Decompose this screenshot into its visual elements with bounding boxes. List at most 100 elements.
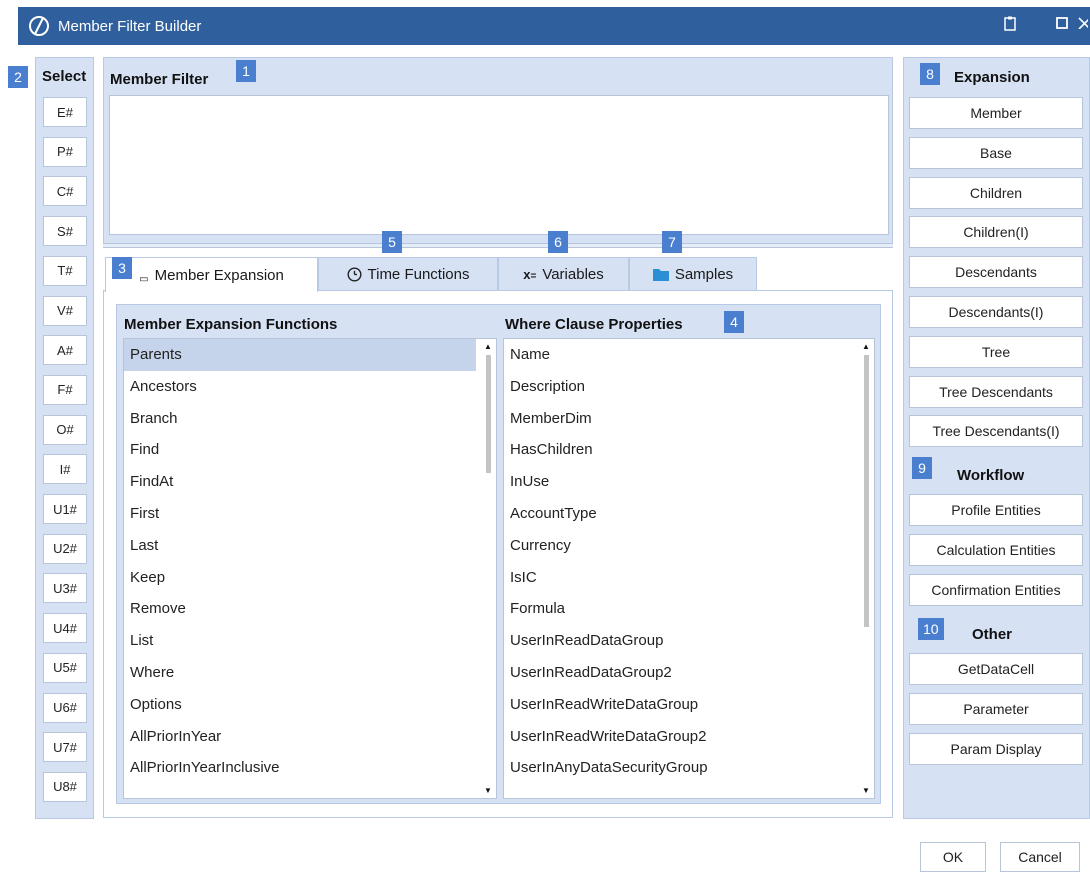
select-button-i[interactable]: I# <box>43 454 87 485</box>
panel-splitter[interactable] <box>103 243 893 248</box>
list-item[interactable]: Find <box>124 434 496 466</box>
list-item[interactable]: FindAt <box>124 466 496 498</box>
tab-time-functions[interactable]: Time Functions <box>318 257 498 291</box>
list-item[interactable]: IsIC <box>504 562 874 594</box>
tab-samples[interactable]: Samples <box>629 257 757 291</box>
member-expansion-icon: ▭ <box>139 273 149 285</box>
callout-badge-7: 7 <box>662 231 682 253</box>
list-item[interactable]: MemberDim <box>504 403 874 435</box>
list-item[interactable]: Remove <box>124 593 496 625</box>
select-button-p[interactable]: P# <box>43 136 87 167</box>
parameter-button[interactable]: Parameter <box>909 692 1083 725</box>
variable-icon: x= <box>523 266 537 282</box>
functions-scrollbar[interactable]: ▲ ▼ <box>482 339 496 798</box>
list-item[interactable]: First <box>124 498 496 530</box>
select-button-u6[interactable]: U6# <box>43 692 87 723</box>
select-button-u3[interactable]: U3# <box>43 573 87 604</box>
tab-label: Member Expansion <box>154 266 284 284</box>
list-item[interactable]: AccountType <box>504 498 874 530</box>
list-item[interactable]: Options <box>124 689 496 721</box>
select-button-a[interactable]: A# <box>43 335 87 366</box>
list-item[interactable]: Currency <box>504 530 874 562</box>
param-display-button[interactable]: Param Display <box>909 732 1083 765</box>
member-expansion-functions-heading: Member Expansion Functions <box>124 316 338 333</box>
scroll-down-icon[interactable]: ▼ <box>484 786 492 795</box>
where-scrollbar[interactable]: ▲ ▼ <box>860 339 874 798</box>
tab-member-expansion[interactable]: ▭ Member Expansion <box>105 257 318 292</box>
list-item[interactable]: UserInAnyDataSecurityGroup <box>504 752 874 784</box>
folder-icon <box>652 268 669 281</box>
list-item[interactable]: UserInReadDataGroup2 <box>504 657 874 689</box>
tree-button[interactable]: Tree <box>909 335 1083 368</box>
select-button-e[interactable]: E# <box>43 97 87 127</box>
list-item[interactable]: Description <box>504 371 874 403</box>
profile-entities-button[interactable]: Profile Entities <box>909 494 1083 526</box>
scroll-up-icon[interactable]: ▲ <box>862 342 870 351</box>
member-filter-textarea[interactable] <box>109 95 889 235</box>
tab-label: Samples <box>674 265 734 283</box>
getdatacell-button[interactable]: GetDataCell <box>909 653 1083 685</box>
scroll-up-icon[interactable]: ▲ <box>484 342 492 351</box>
select-button-o[interactable]: O# <box>43 414 87 445</box>
where-clause-properties-list[interactable]: Name Description MemberDim HasChildren InUse… <box>503 338 875 799</box>
children-button[interactable]: Children <box>909 176 1083 209</box>
list-item[interactable]: Name <box>504 339 874 371</box>
list-item[interactable]: HasChildren <box>504 434 874 466</box>
callout-badge-10: 10 <box>918 618 944 640</box>
select-button-f[interactable]: F# <box>43 374 87 405</box>
list-item[interactable]: UserInReadWriteDataGroup <box>504 689 874 721</box>
calculation-entities-button[interactable]: Calculation Entities <box>909 533 1083 566</box>
tab-label: Time Functions <box>367 265 470 283</box>
close-icon[interactable] <box>1078 15 1090 32</box>
callout-badge-5: 5 <box>382 231 402 253</box>
maximize-icon[interactable] <box>1056 16 1068 32</box>
callout-badge-8: 8 <box>920 63 940 85</box>
member-filter-heading: Member Filter <box>110 71 209 88</box>
list-item[interactable]: List <box>124 625 496 657</box>
callout-badge-6: 6 <box>548 231 568 253</box>
cancel-button[interactable]: Cancel <box>1000 842 1080 872</box>
member-expansion-functions-list[interactable]: Parents Ancestors Branch Find FindAt First Las… <box>123 338 497 799</box>
list-item[interactable]: Last <box>124 530 496 562</box>
member-button[interactable]: Member <box>909 97 1083 129</box>
select-button-u8[interactable]: U8# <box>43 771 87 802</box>
list-item[interactable]: UserInReadWriteDataGroup2 <box>504 721 874 753</box>
list-item[interactable]: Branch <box>124 403 496 435</box>
list-item[interactable]: Formula <box>504 593 874 625</box>
scrollbar-thumb[interactable] <box>864 355 869 627</box>
confirmation-entities-button[interactable]: Confirmation Entities <box>909 573 1083 606</box>
list-item[interactable]: Ancestors <box>124 371 496 403</box>
list-item[interactable]: UserInReadDataGroup <box>504 625 874 657</box>
base-button[interactable]: Base <box>909 136 1083 169</box>
select-button-c[interactable]: C# <box>43 176 87 207</box>
descendants-i-button[interactable]: Descendants(I) <box>909 296 1083 328</box>
list-item[interactable]: AllPriorInYear <box>124 721 496 753</box>
list-item[interactable]: Where <box>124 657 496 689</box>
callout-badge-3: 3 <box>112 257 132 279</box>
scroll-down-icon[interactable]: ▼ <box>862 786 870 795</box>
select-button-t[interactable]: T# <box>43 255 87 286</box>
descendants-button[interactable]: Descendants <box>909 256 1083 289</box>
list-item[interactable]: Parents <box>124 339 476 371</box>
select-button-u7[interactable]: U7# <box>43 732 87 763</box>
ok-button[interactable]: OK <box>920 842 986 872</box>
tree-descendants-i-button[interactable]: Tree Descendants(I) <box>909 415 1083 448</box>
list-item[interactable]: Keep <box>124 562 496 594</box>
select-heading: Select <box>42 68 87 85</box>
select-button-v[interactable]: V# <box>43 295 87 326</box>
select-button-u5[interactable]: U5# <box>43 652 87 683</box>
children-i-button[interactable]: Children(I) <box>909 216 1083 249</box>
clipboard-icon[interactable] <box>1004 16 1016 34</box>
where-clause-properties-heading: Where Clause Properties <box>505 316 683 333</box>
clock-icon <box>346 266 362 282</box>
scrollbar-thumb[interactable] <box>486 355 491 473</box>
select-button-u2[interactable]: U2# <box>43 533 87 564</box>
callout-badge-1: 1 <box>236 60 256 82</box>
select-button-s[interactable]: S# <box>43 216 87 247</box>
tab-variables[interactable]: x= Variables <box>498 257 629 291</box>
list-item[interactable]: AllPriorInYearInclusive <box>124 752 496 784</box>
tree-descendants-button[interactable]: Tree Descendants <box>909 375 1083 408</box>
select-button-u4[interactable]: U4# <box>43 613 87 644</box>
select-button-u1[interactable]: U1# <box>43 494 87 524</box>
list-item[interactable]: InUse <box>504 466 874 498</box>
